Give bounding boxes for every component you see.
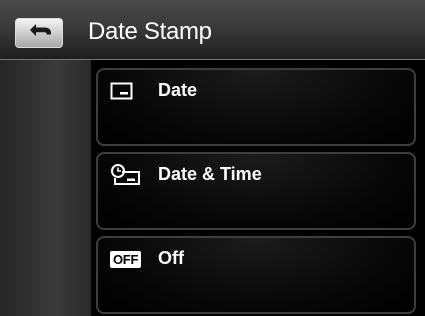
menu-item-label: Date & Time <box>158 164 262 184</box>
menu-item-label: Off <box>158 248 184 268</box>
menu-item-date-time[interactable]: Date & Time <box>96 152 416 230</box>
menu-item-off[interactable]: OFF Off <box>96 236 416 314</box>
header-bar: Date Stamp <box>0 0 425 60</box>
camera-screen: Date Stamp Date Date & Time OFF Off <box>0 0 425 316</box>
date-time-stamp-icon <box>110 164 142 186</box>
date-stamp-icon <box>110 80 142 102</box>
page-title: Date Stamp <box>88 18 212 45</box>
menu-item-label: Date <box>158 80 198 100</box>
back-button[interactable] <box>15 18 63 48</box>
off-badge-icon: OFF <box>110 248 142 270</box>
menu-item-date[interactable]: Date <box>96 68 416 146</box>
sidebar-panel <box>0 60 91 316</box>
back-arrow-icon <box>24 22 54 45</box>
